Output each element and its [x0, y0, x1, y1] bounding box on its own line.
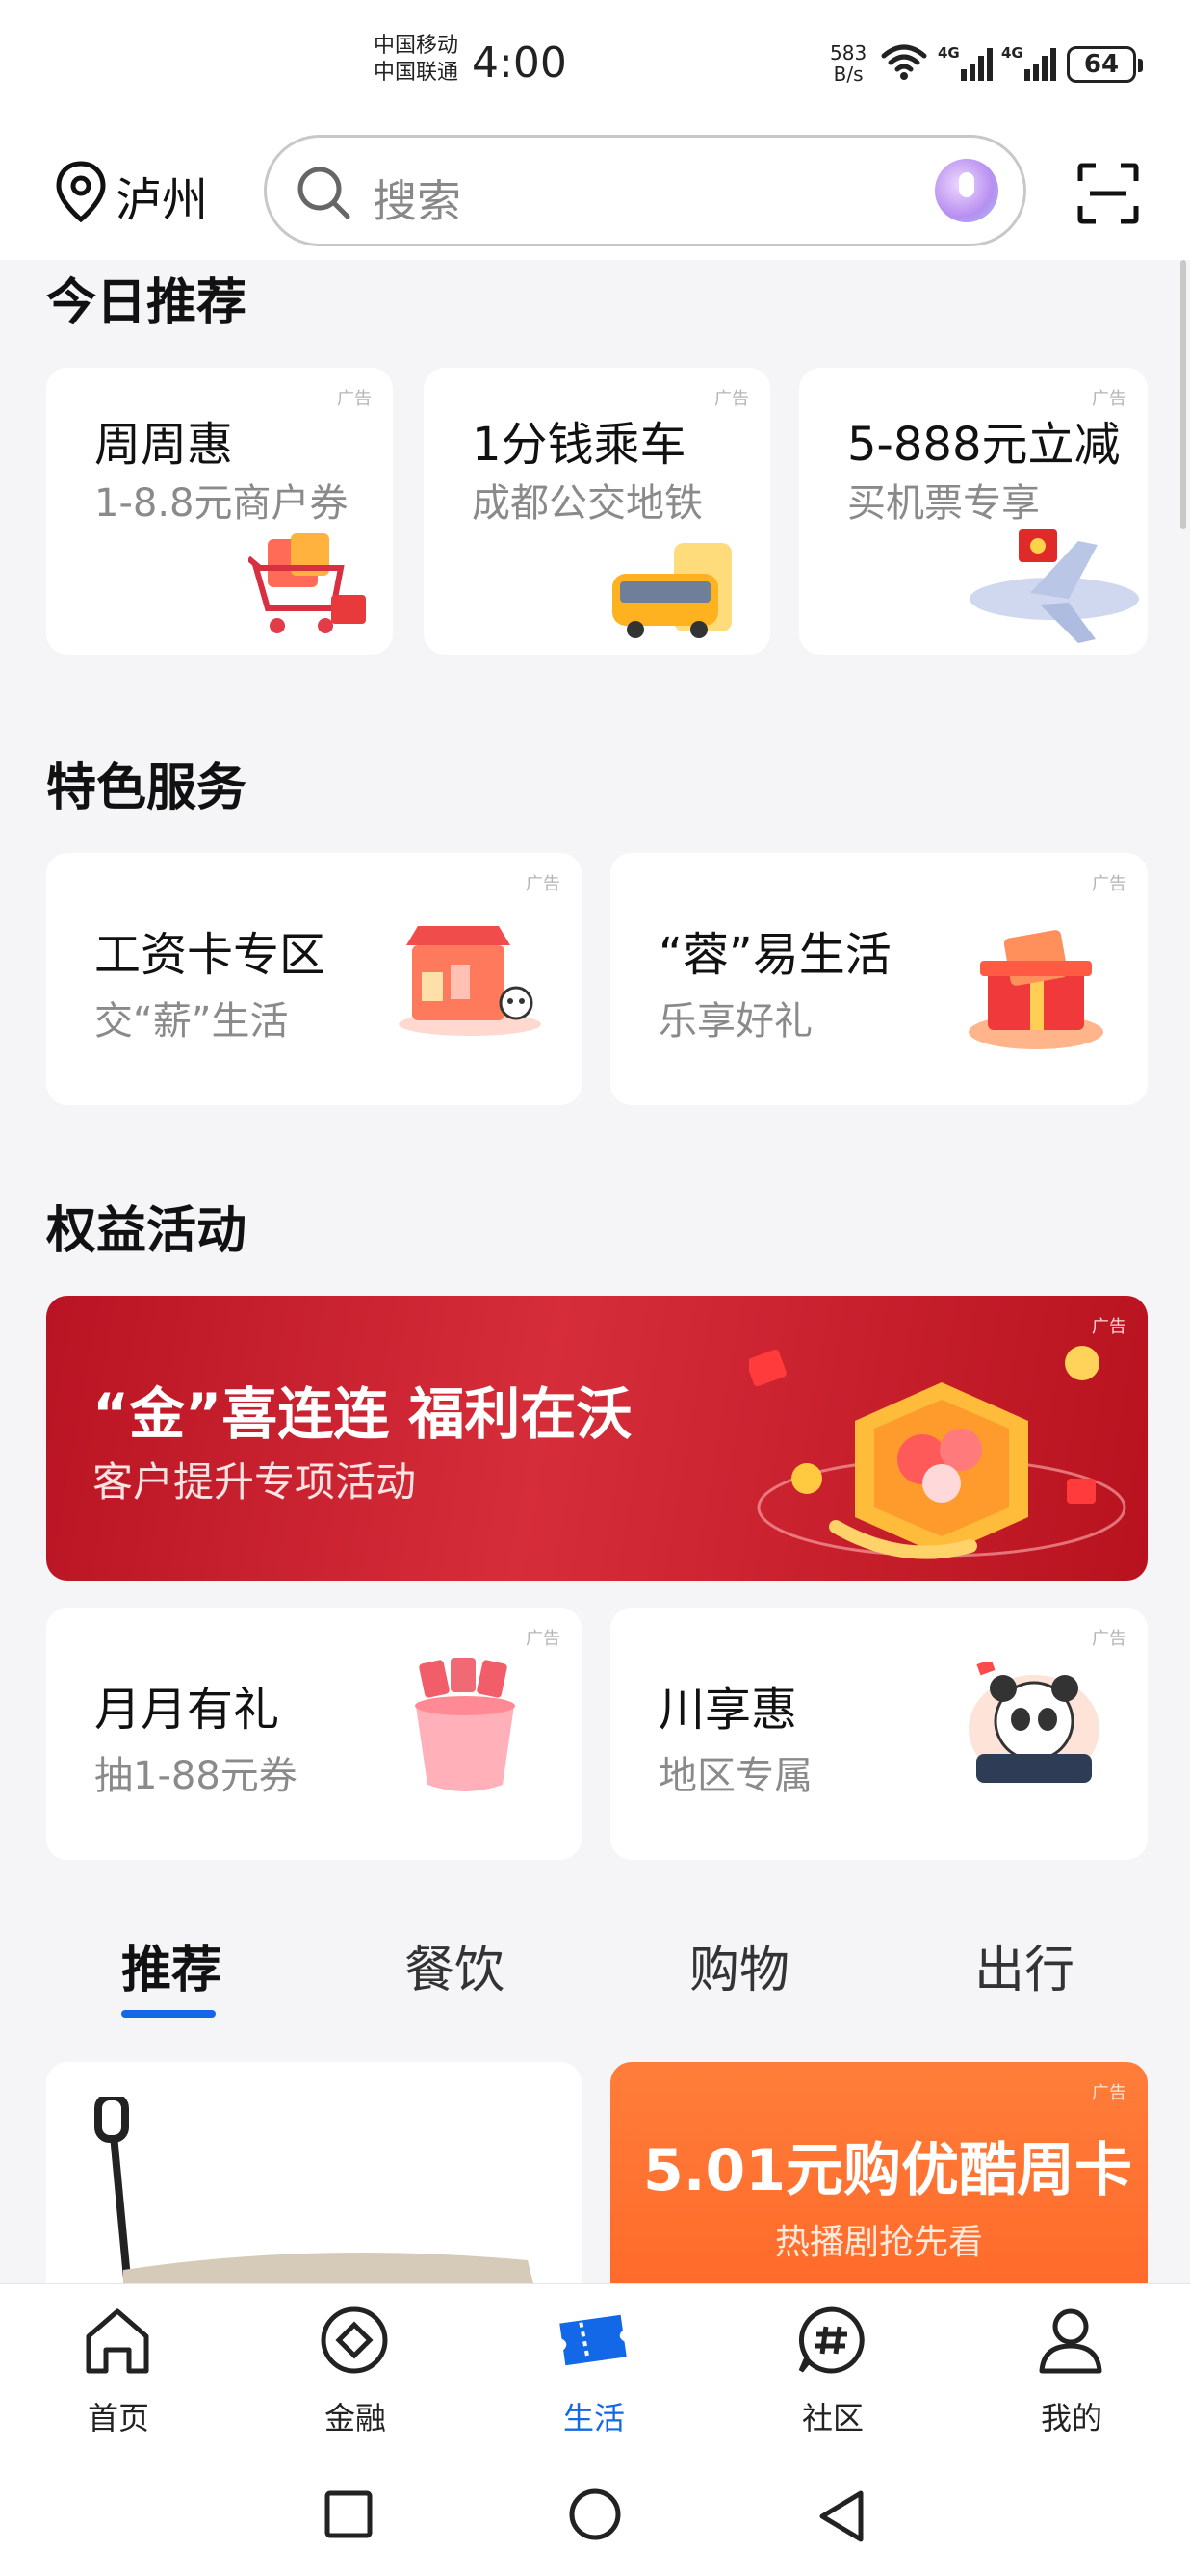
banner-subtitle: 客户提升专项活动 — [92, 1458, 417, 1506]
system-navigation — [0, 2453, 1190, 2576]
user-icon — [1039, 2308, 1102, 2374]
card-subtitle: 地区专属 — [659, 1754, 813, 1798]
cellular-signal-icon: 4G — [938, 44, 993, 81]
carrier-info: 中国移动 中国联通 — [374, 33, 458, 87]
nav-label: 首页 — [87, 2400, 149, 2436]
card-title: 工资卡专区 — [94, 928, 326, 982]
home-button-icon[interactable] — [566, 2487, 624, 2545]
tab-travel[interactable]: 出行 — [974, 1929, 1074, 2001]
card-subtitle: 1-8.8元商户券 — [94, 481, 349, 526]
search-icon — [298, 167, 350, 219]
battery-indicator: 64 — [1067, 46, 1143, 83]
sig1-label: 4G — [938, 44, 960, 62]
section-title-featured: 特色服务 — [46, 760, 247, 817]
cellular-signal-icon: 4G — [1001, 44, 1056, 81]
status-bar: 中国移动 中国联通 4:00 583 B/s 4G 4G 64 — [0, 0, 1190, 131]
bottom-navigation: 首页 金融 生活 社区 我的 — [0, 2283, 1190, 2453]
ad-label: 广告 — [526, 874, 560, 894]
tab-recommend[interactable]: 推荐 — [121, 1929, 221, 2001]
shopping-cart-illustration — [248, 533, 366, 633]
nav-home[interactable]: 首页 — [0, 2284, 237, 2454]
card-subtitle: 成都公交地铁 — [472, 481, 703, 526]
nav-label: 我的 — [1040, 2400, 1102, 2436]
banner-title: “金”喜连连 福利在沃 — [92, 1381, 633, 1447]
benefit-card-sichuan-deals[interactable]: 广告 川享惠 地区专属 — [610, 1608, 1148, 1860]
location-pin-icon[interactable] — [54, 160, 108, 223]
card-title: 川享惠 — [659, 1683, 798, 1737]
featured-card-rong-life[interactable]: 广告 “蓉”易生活 乐享好礼 — [610, 853, 1148, 1105]
ad-label: 广告 — [1092, 874, 1126, 894]
card-title: 周周惠 — [94, 418, 234, 472]
net-speed-unit: B/s — [833, 63, 864, 86]
search-input[interactable]: 搜索 — [373, 167, 461, 230]
carrier-1: 中国移动 — [374, 34, 459, 58]
finance-icon — [321, 2306, 388, 2374]
section-title-benefits: 权益活动 — [46, 1202, 247, 1260]
card-subtitle: 交“薪”生活 — [94, 999, 289, 1043]
lucky-pot-illustration — [415, 1658, 515, 1791]
recent-apps-icon[interactable] — [322, 2487, 375, 2541]
panda-illustration — [969, 1662, 1099, 1783]
nav-label: 金融 — [323, 2400, 386, 2436]
promo-banner-gold[interactable]: 广告 “金”喜连连 福利在沃 客户提升专项活动 — [46, 1296, 1148, 1581]
featured-card-salary[interactable]: 广告 工资卡专区 交“薪”生活 — [46, 853, 582, 1105]
card-subtitle: 乐享好礼 — [659, 999, 813, 1043]
nav-finance[interactable]: 金融 — [237, 2284, 474, 2454]
search-bar[interactable]: 搜索 — [264, 135, 1026, 246]
nav-label: 社区 — [801, 2400, 864, 2436]
ad-label: 广告 — [526, 1629, 560, 1649]
ticket-icon — [559, 2314, 627, 2366]
feed-card-cart-product[interactable] — [46, 2062, 582, 2293]
card-title: 1分钱乘车 — [472, 418, 686, 472]
clock: 4:00 — [472, 39, 567, 88]
hashtag-icon — [798, 2306, 865, 2374]
ad-label: 广告 — [1092, 2083, 1126, 2103]
net-speed: 583 B/s — [830, 42, 867, 85]
tab-dining[interactable]: 餐饮 — [404, 1929, 504, 2001]
sig2-label: 4G — [1001, 44, 1023, 62]
ad-label: 广告 — [337, 389, 372, 409]
city-selector[interactable]: 泸州 — [116, 162, 208, 229]
card-subtitle: 抽1-88元券 — [94, 1754, 298, 1798]
card-title: 月月有礼 — [94, 1683, 280, 1737]
card-title: “蓉”易生活 — [659, 928, 892, 982]
shop-gift-illustration — [399, 926, 541, 1036]
today-card-flight[interactable]: 广告 5-888元立减 买机票专享 — [799, 368, 1148, 655]
nav-community[interactable]: 社区 — [714, 2284, 951, 2454]
section-title-today: 今日推荐 — [46, 274, 247, 332]
voice-search-icon[interactable] — [935, 159, 998, 222]
feed-card-youku-promo[interactable]: 广告 5.01元购优酷周卡 热播剧抢先看 — [610, 2062, 1148, 2293]
tab-indicator — [121, 2010, 216, 2018]
carrier-2: 中国联通 — [374, 61, 459, 85]
net-speed-value: 583 — [830, 41, 867, 64]
promo-title: 5.01元购优酷周卡 — [643, 2137, 1133, 2204]
bus-illustration — [612, 543, 732, 638]
gift-box-illustration — [969, 930, 1103, 1049]
ad-label: 广告 — [714, 389, 749, 409]
app-header: 泸州 搜索 — [0, 131, 1190, 260]
nav-life[interactable]: 生活 — [476, 2284, 712, 2454]
ad-label: 广告 — [1092, 1629, 1126, 1649]
scan-icon[interactable] — [1076, 162, 1140, 225]
nav-label: 生活 — [562, 2400, 625, 2436]
benefit-card-monthly-gift[interactable]: 广告 月月有礼 抽1-88元券 — [46, 1608, 582, 1860]
nav-mine[interactable]: 我的 — [953, 2284, 1190, 2454]
today-card-weekly-deals[interactable]: 广告 周周惠 1-8.8元商户券 — [46, 368, 393, 655]
promo-subtitle: 热播剧抢先看 — [774, 2223, 983, 2262]
scrollbar[interactable] — [1180, 260, 1186, 529]
wifi-icon — [881, 44, 927, 80]
treasure-box-illustration — [749, 1346, 1126, 1559]
today-card-transit[interactable]: 广告 1分钱乘车 成都公交地铁 — [424, 368, 770, 655]
home-icon — [86, 2308, 149, 2374]
wagon-cart-image — [94, 2097, 536, 2293]
tab-shopping[interactable]: 购物 — [689, 1929, 789, 2001]
card-subtitle: 买机票专享 — [847, 481, 1040, 526]
card-title: 5-888元立减 — [847, 418, 1121, 472]
back-icon[interactable] — [815, 2487, 868, 2545]
airplane-illustration — [970, 529, 1139, 643]
